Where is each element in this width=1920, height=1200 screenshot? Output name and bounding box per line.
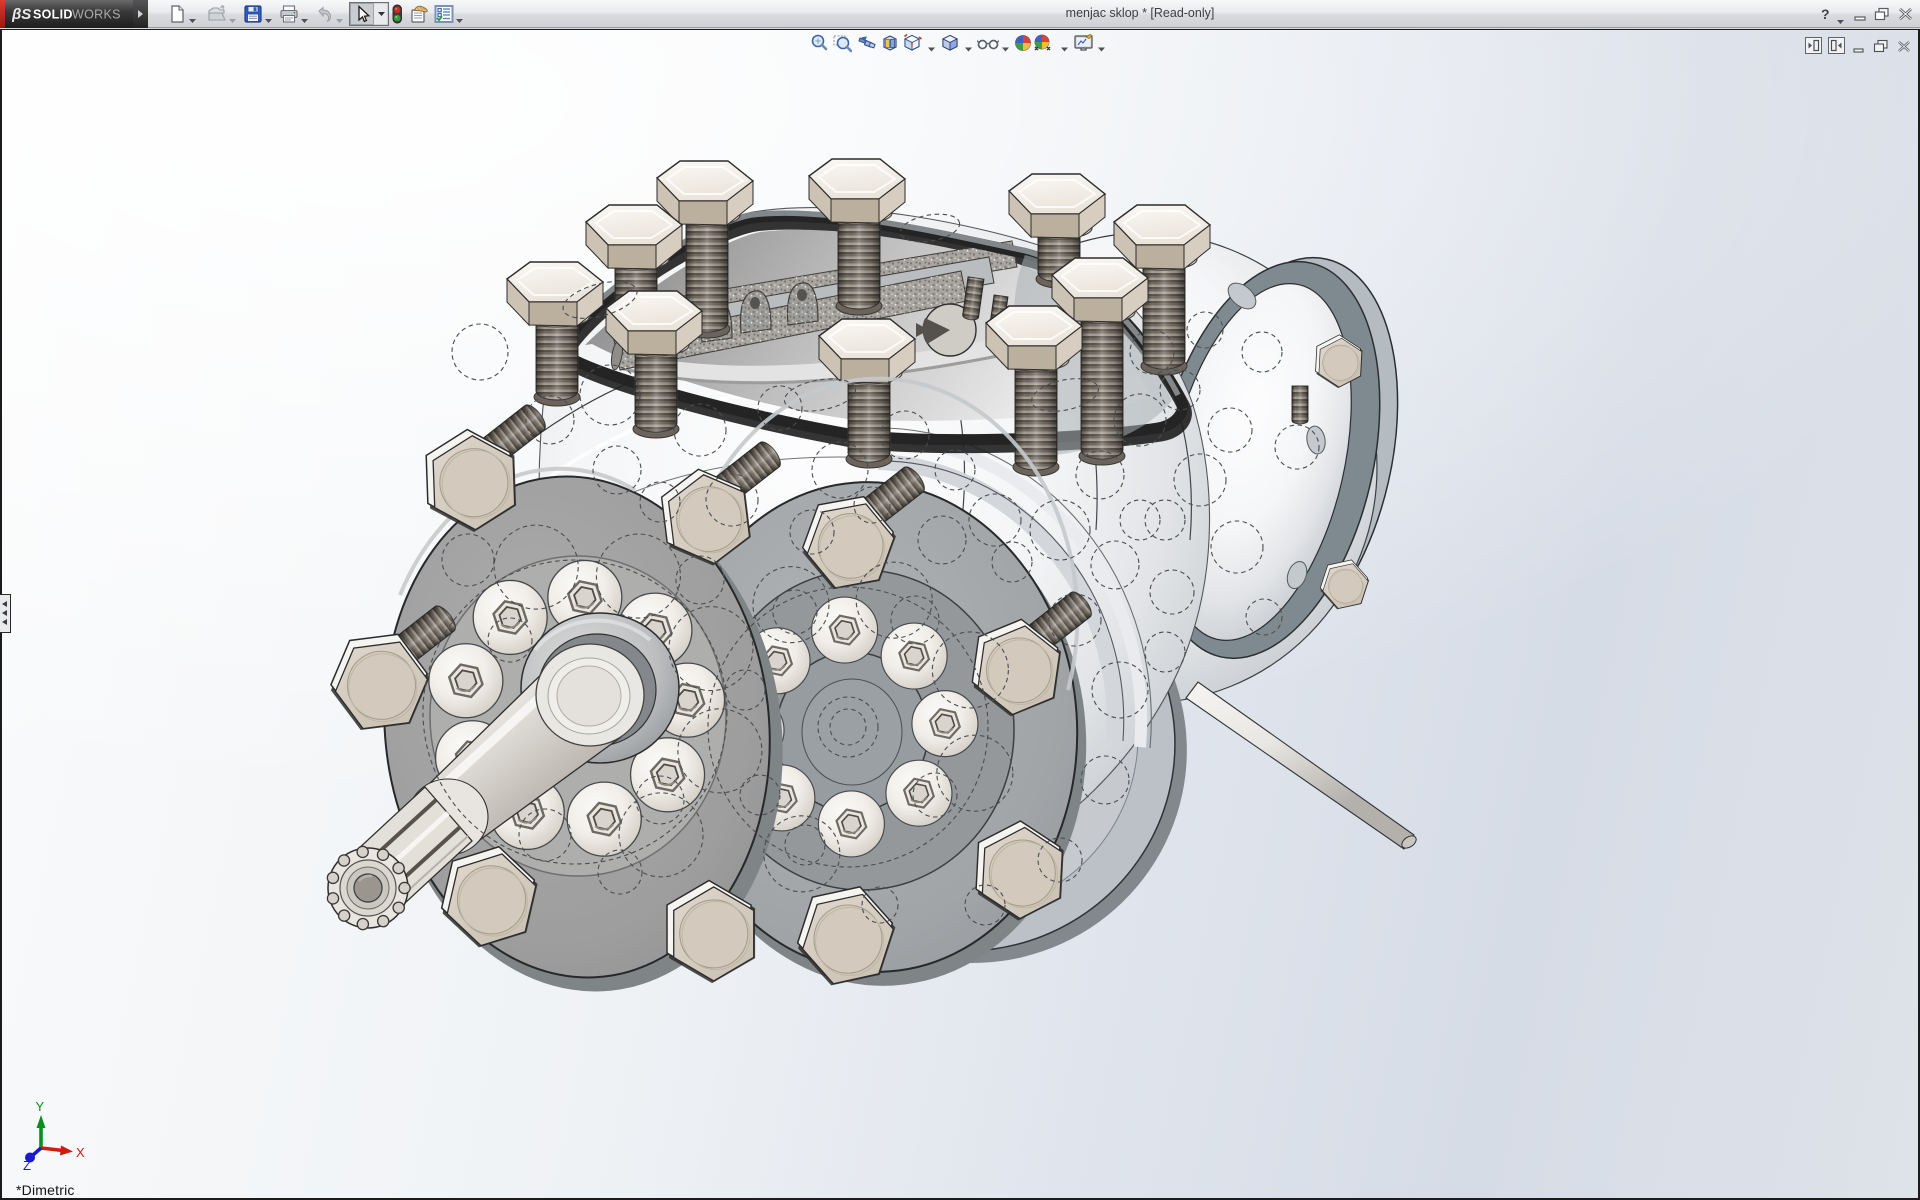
solidworks-logo-text: βS SOLID WORKS [12,4,132,24]
options-button[interactable] [433,3,455,25]
view-orientation-dropdown[interactable] [927,40,936,47]
hide-show-items-dropdown[interactable] [1001,40,1010,47]
socket-head-screw [567,782,641,856]
solidworks-logo: βS SOLID WORKS [0,0,133,28]
undo-dropdown[interactable] [336,11,344,17]
shift-rod [1186,682,1418,851]
view-settings-dropdown[interactable] [1060,40,1069,47]
zoom-to-area-button[interactable] [832,33,852,53]
undo-button[interactable] [313,3,335,25]
brand-solid: SOLID [33,8,73,22]
brand-glyph: βS [12,6,31,23]
new-document-dropdown[interactable] [189,11,197,17]
view-orientation-label: *Dimetric [16,1182,75,1198]
section-view-button[interactable] [880,33,900,53]
print-button[interactable] [278,3,300,25]
display-style-button[interactable] [940,33,960,53]
triad-z-axis: Z [23,1148,41,1171]
save-button[interactable] [242,3,264,25]
restore-button[interactable] [1874,7,1890,21]
hex-bolt-top [606,291,702,356]
open-document-button[interactable] [206,3,228,25]
collapse-arrow-icon [2,601,7,607]
hex-bolt-top [507,262,603,327]
solidworks-window: βS SOLID WORKS menjac sklop * [Read-only… [0,0,1920,1200]
save-dropdown[interactable] [265,11,273,17]
hex-bolt-top [986,306,1082,371]
apply-scene-button[interactable] [1013,33,1033,53]
collapse-arrow-icon [2,619,7,625]
bolt-thread [1292,386,1308,424]
minimize-button[interactable] [1854,9,1868,21]
doc-restore-button[interactable] [1873,39,1889,53]
zoom-to-fit-button[interactable] [809,33,829,53]
svg-text:Y: Y [36,1099,45,1114]
camera-view-dropdown[interactable] [1097,40,1106,47]
triad-y-axis: Y [36,1099,46,1148]
help-button[interactable]: ? [1818,5,1834,23]
previous-view-button[interactable] [857,33,877,53]
title-bar: βS SOLID WORKS menjac sklop * [Read-only… [0,0,1920,28]
open-document-dropdown[interactable] [229,11,237,17]
hex-bolt-top [819,319,915,384]
new-document-button[interactable] [166,3,188,25]
hex-bolt-top [809,159,905,224]
collapse-left-pane-button[interactable] [1805,37,1822,54]
svg-text:?: ? [1821,6,1830,22]
hex-bolt-top [1009,174,1105,239]
collapse-right-pane-button[interactable] [1828,37,1845,54]
socket-head-screw [881,623,947,689]
camera-view-button[interactable] [1073,33,1095,53]
display-style-dropdown[interactable] [964,40,973,47]
hex-bolt-top [1114,205,1210,270]
triad-x-axis: X [41,1145,85,1160]
socket-head-screw [812,597,878,663]
svg-text:Z: Z [23,1158,31,1171]
doc-close-button[interactable] [1897,40,1911,53]
bolt-thread [1081,309,1123,459]
options-dropdown[interactable] [456,11,464,17]
help-dropdown[interactable] [1837,12,1846,18]
edit-appearance-button[interactable] [409,3,431,25]
select-tool-button[interactable] [349,2,389,26]
socket-head-screw [912,691,978,757]
hide-show-items-button[interactable] [977,33,999,53]
model-scene [2,30,1918,1198]
graphics-viewport[interactable]: Y X Z *Dimetric [0,29,1920,1200]
socket-head-screw [429,644,503,718]
print-dropdown[interactable] [301,11,309,17]
close-button[interactable] [1898,7,1913,21]
doc-minimize-button[interactable] [1853,41,1866,53]
collapse-arrow-icon [2,610,7,616]
document-title: menjac sklop * [Read-only] [1066,6,1215,20]
menu-flyout-arrow[interactable] [133,0,148,28]
brand-red-strip [0,0,5,28]
bolt-thread [838,210,880,309]
bolt-thread [1143,256,1185,369]
view-settings-button[interactable] [1032,33,1054,53]
view-orientation-button[interactable] [902,33,922,53]
svg-text:X: X [76,1145,85,1160]
socket-head-screw [818,791,884,857]
view-stoplight-button[interactable] [386,3,408,25]
reference-triad: Y X Z [16,1071,106,1171]
brand-works: WORKS [72,8,121,22]
feature-panel-collapsed-tab[interactable] [0,594,11,633]
hex-bolt-top [586,205,682,270]
